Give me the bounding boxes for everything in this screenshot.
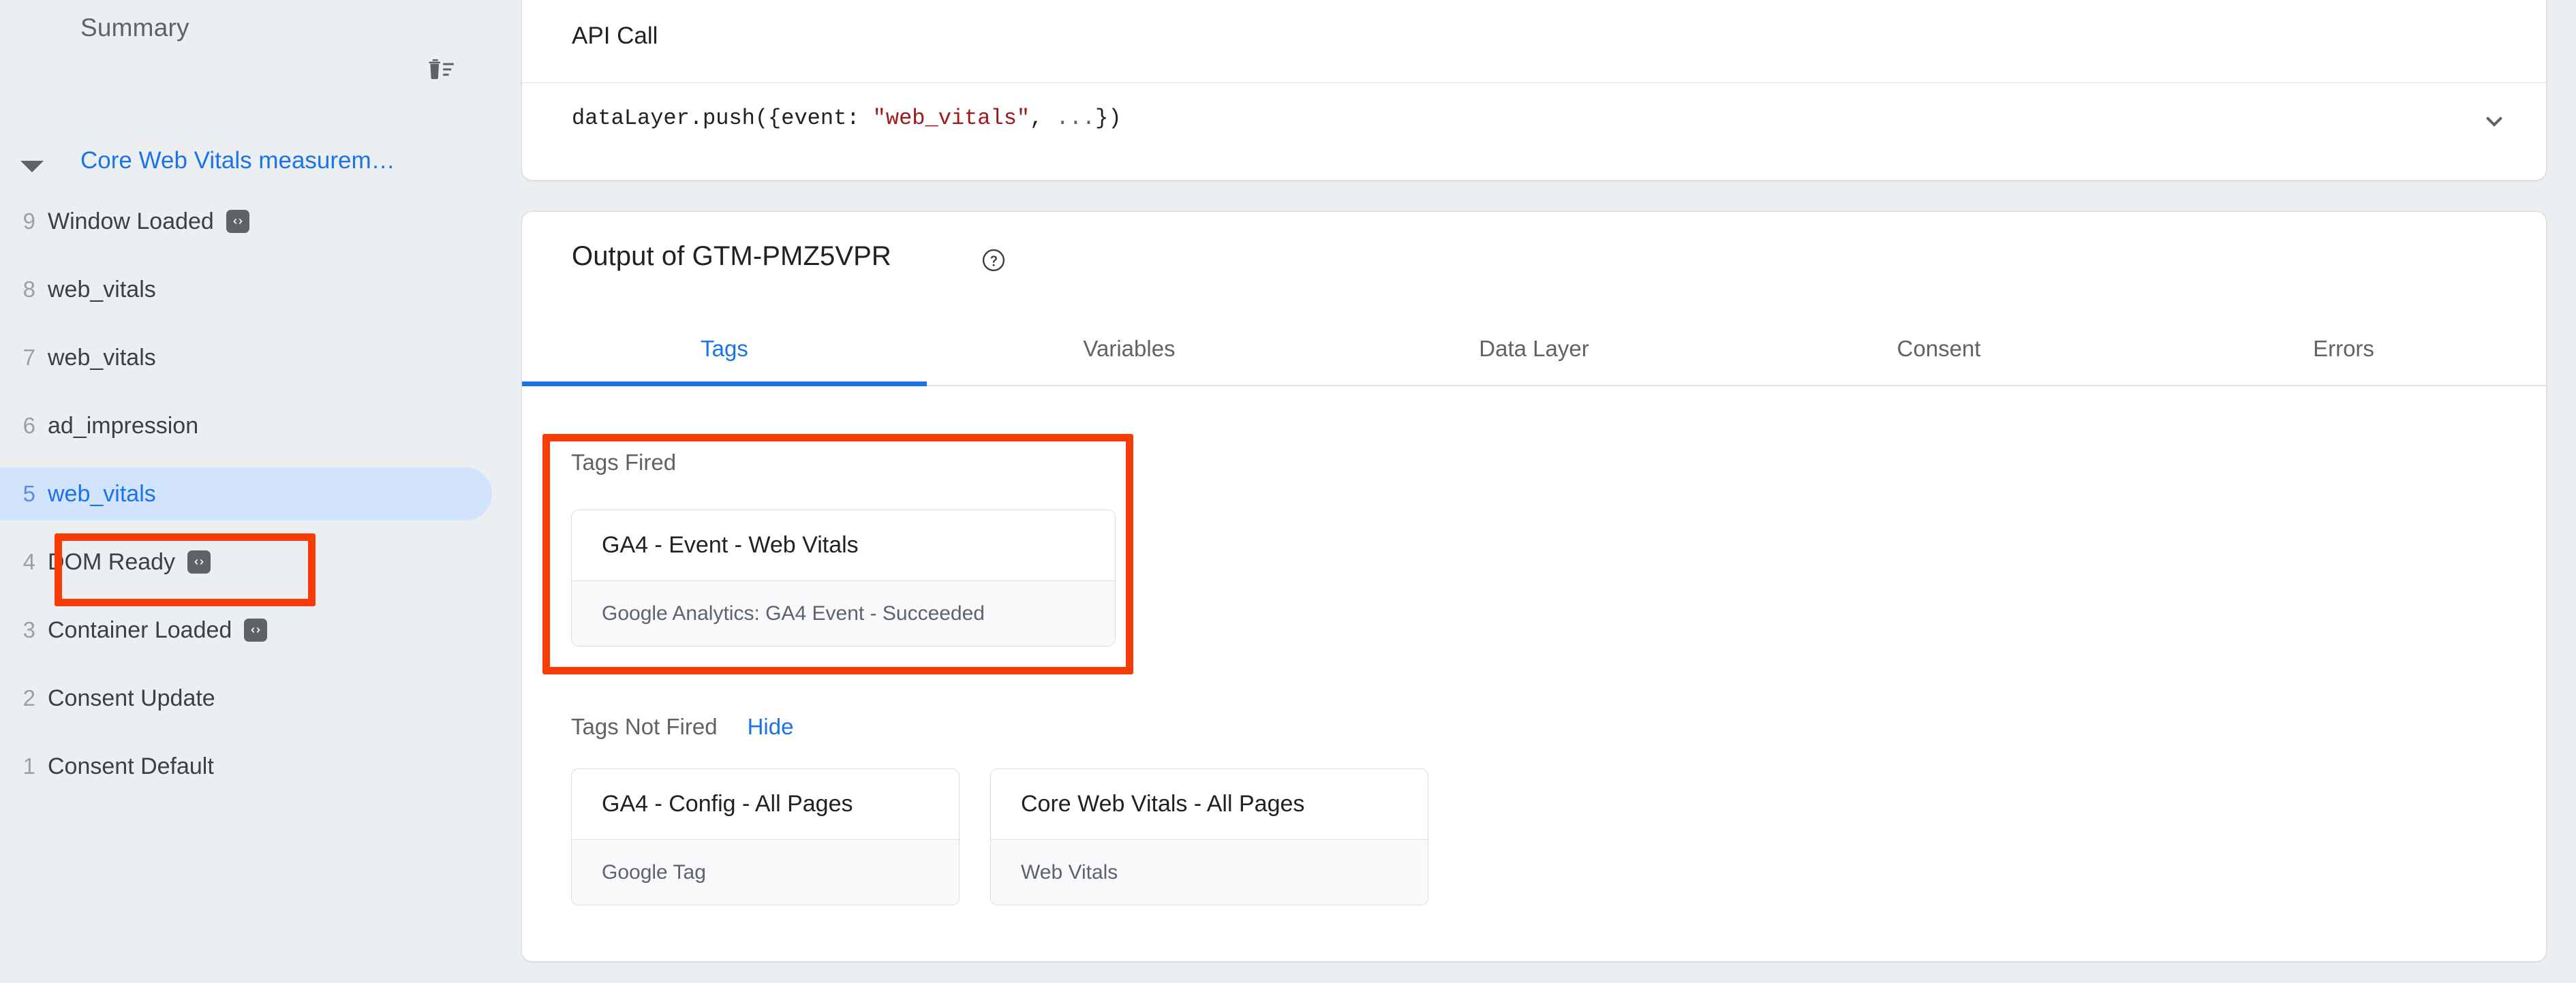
sidebar-group-label: Core Web Vitals measurem… [80,147,395,174]
event-sidebar: Summary Core Web Vitals measurem… 9 Windo… [0,0,518,983]
tag-status: Web Vitals [991,839,1428,905]
event-row-ad-impression-6[interactable]: 6 ad_impression [0,409,518,443]
event-index: 4 [22,549,35,574]
trash-list-icon[interactable] [416,49,463,91]
event-label: Container Loaded [48,617,232,643]
code-suffix: }) [1095,106,1122,131]
code-icon [244,619,268,642]
event-row-dom-ready-4[interactable]: 4 DOM Ready [0,545,518,579]
event-label: Consent Default [48,753,214,779]
tab-label: Errors [2313,336,2374,361]
tags-fired-header: Tags Fired [571,450,676,475]
code-ellipsis: ... [1056,106,1096,131]
event-index: 7 [22,345,35,370]
api-call-code: dataLayer.push({event: "web_vitals", ...… [572,106,1122,131]
event-label: web_vitals [48,276,156,302]
tag-card-not-fired[interactable]: Core Web Vitals - All Pages Web Vitals [990,768,1428,905]
caret-down-icon[interactable] [20,161,44,172]
tag-name: GA4 - Config - All Pages [602,791,853,817]
summary-label: Summary [80,14,189,42]
code-prefix: dataLayer.push({event: [572,106,873,131]
event-index: 9 [22,208,35,234]
tags-not-fired-header: Tags Not Fired Hide [571,714,793,740]
sidebar-group-core-web-vitals[interactable]: Core Web Vitals measurem… [0,147,518,191]
tag-status: Google Tag [572,839,959,905]
api-call-card: API Call dataLayer.push({event: "web_vit… [521,0,2547,181]
event-label: Consent Update [48,685,215,711]
tag-assistant-preview: Summary Core Web Vitals measurem… 9 Windo… [0,0,2576,983]
code-mid: , [1030,106,1056,131]
divider [522,82,2546,83]
tag-name: GA4 - Event - Web Vitals [602,532,859,558]
event-label: web_vitals [48,344,156,371]
event-index: 5 [22,481,35,506]
code-icon [187,550,211,574]
event-index: 2 [22,685,35,711]
event-label: web_vitals [48,480,156,507]
tab-label: Consent [1897,336,1981,361]
tag-card-fired[interactable]: GA4 - Event - Web Vitals Google Analytic… [571,510,1116,646]
event-label: Window Loaded [48,208,214,234]
output-title: Output of GTM-PMZ5VPR [572,241,891,271]
tag-card-not-fired[interactable]: GA4 - Config - All Pages Google Tag [571,768,960,905]
tab-label: Data Layer [1479,336,1589,361]
tags-not-fired-title: Tags Not Fired [571,714,718,739]
tags-fired-title: Tags Fired [571,450,677,475]
event-row-container-loaded-3[interactable]: 3 Container Loaded [0,613,518,647]
event-row-web-vitals-8[interactable]: 8 web_vitals [0,272,518,307]
event-row-web-vitals-5[interactable]: 5 web_vitals [0,467,518,520]
tag-status: Google Analytics: GA4 Event - Succeeded [572,580,1115,646]
chevron-down-icon[interactable] [2475,102,2513,140]
event-index: 6 [22,413,35,438]
event-index: 8 [22,277,35,302]
event-row-consent-default-1[interactable]: 1 Consent Default [0,749,518,783]
event-label: ad_impression [48,412,199,439]
event-row-window-loaded-9[interactable]: 9 Window Loaded [0,204,518,238]
event-list: 9 Window Loaded 8 web_vitals 7 web_vitals 6 ad_… [0,204,518,817]
tab-tags[interactable]: Tags [522,313,927,386]
tab-label: Tags [701,336,748,361]
event-index: 1 [22,753,35,779]
tab-errors[interactable]: Errors [2141,313,2546,385]
event-row-web-vitals-7[interactable]: 7 web_vitals [0,341,518,375]
help-circle-icon[interactable] [981,247,1007,273]
output-tabs: Tags Variables Data Layer Consent Errors [522,313,2546,386]
event-label: DOM Ready [48,548,176,575]
tab-label: Variables [1083,336,1176,361]
event-row-consent-update-2[interactable]: 2 Consent Update [0,681,518,715]
tab-consent[interactable]: Consent [1736,313,2141,385]
tab-data-layer[interactable]: Data Layer [1332,313,1736,385]
event-index: 3 [22,617,35,642]
hide-toggle-link[interactable]: Hide [748,714,794,740]
code-icon [226,210,249,233]
tag-name: Core Web Vitals - All Pages [1021,791,1305,817]
tab-variables[interactable]: Variables [927,313,1332,385]
code-string: "web_vitals" [872,106,1030,131]
api-call-title: API Call [572,22,658,49]
